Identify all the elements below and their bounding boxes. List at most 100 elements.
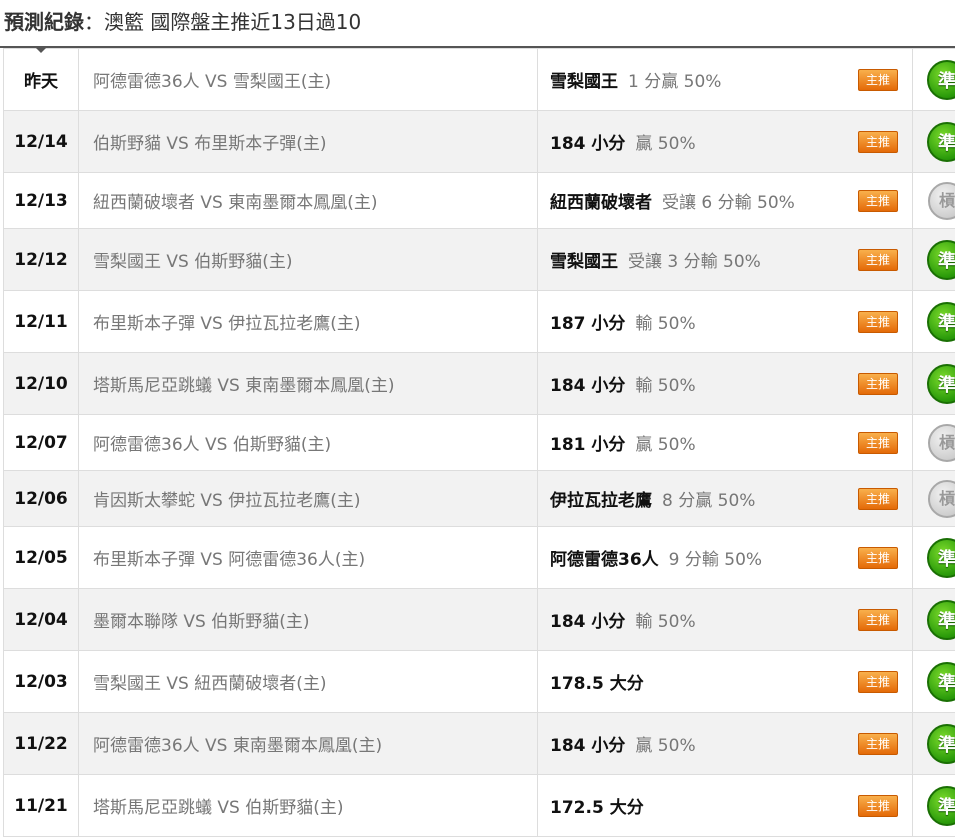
row-match[interactable]: 布里斯本子彈 VS 伊拉瓦拉老鷹(主) [78, 290, 538, 353]
pick-team: 阿德雷德36人 [550, 550, 659, 570]
pick-line: 8 分贏 50% [662, 491, 756, 511]
row-date: 12/05 [3, 526, 79, 589]
correct-medal-icon: 準 [927, 363, 955, 404]
table-row: 12/10 塔斯馬尼亞跳蟻 VS 東南墨爾本鳳凰(主) 184 小分輸 50% 主推 準 [3, 352, 955, 415]
row-pick: 阿德雷德36人 9 分輸 50% 主推 [537, 526, 913, 589]
row-result: 準 [912, 48, 955, 111]
row-pick: 187 小分輸 50% 主推 [537, 290, 913, 353]
title-label: 預測紀錄 [4, 10, 84, 34]
table-row: 11/21 塔斯馬尼亞跳蟻 VS 伯斯野貓(主) 172.5 大分 主推 準 [3, 774, 955, 837]
correct-medal-icon: 準 [927, 239, 955, 280]
row-match[interactable]: 阿德雷德36人 VS 伯斯野貓(主) [78, 414, 538, 471]
row-pick: 雪梨國王 1 分贏 50% 主推 [537, 48, 913, 111]
row-date: 昨天 [3, 48, 79, 111]
main-pick-badge: 主推 [858, 732, 898, 755]
row-date: 12/10 [3, 352, 79, 415]
main-pick-badge: 主推 [858, 487, 898, 510]
row-result: 準 [912, 526, 955, 589]
pick-line: 受讓 6 分輸 50% [662, 193, 795, 213]
pick-team: 紐西蘭破壞者 [550, 193, 652, 213]
correct-medal-icon: 準 [927, 537, 955, 578]
row-match[interactable]: 阿德雷德36人 VS 東南墨爾本鳳凰(主) [78, 712, 538, 775]
row-date: 12/11 [3, 290, 79, 353]
main-pick-badge: 主推 [858, 546, 898, 569]
table-row: 12/06 肯因斯太攀蛇 VS 伊拉瓦拉老鷹(主) 伊拉瓦拉老鷹 8 分贏 50% 主推… [3, 470, 955, 527]
table-row: 12/04 墨爾本聯隊 VS 伯斯野貓(主) 184 小分輸 50% 主推 準 [3, 588, 955, 651]
row-pick: 雪梨國王 受讓 3 分輸 50% 主推 [537, 228, 913, 291]
pick-team: 雪梨國王 [550, 252, 618, 272]
main-pick-badge: 主推 [858, 130, 898, 153]
row-match[interactable]: 肯因斯太攀蛇 VS 伊拉瓦拉老鷹(主) [78, 470, 538, 527]
tie-medal-icon: 槓 [928, 423, 955, 462]
row-date: 12/13 [3, 172, 79, 229]
row-pick: 紐西蘭破壞者 受讓 6 分輸 50% 主推 [537, 172, 913, 229]
row-match[interactable]: 塔斯馬尼亞跳蟻 VS 伯斯野貓(主) [78, 774, 538, 837]
row-match[interactable]: 紐西蘭破壞者 VS 東南墨爾本鳳凰(主) [78, 172, 538, 229]
main-pick-badge: 主推 [858, 310, 898, 333]
main-pick-badge: 主推 [858, 189, 898, 212]
correct-medal-icon: 準 [927, 121, 955, 162]
table-row: 12/12 雪梨國王 VS 伯斯野貓(主) 雪梨國王 受讓 3 分輸 50% 主推 準 [3, 228, 955, 291]
row-result: 準 [912, 588, 955, 651]
pick-team: 184 小分 [550, 376, 626, 396]
row-date: 11/22 [3, 712, 79, 775]
pick-line: 贏 50% [635, 134, 696, 154]
row-match[interactable]: 雪梨國王 VS 紐西蘭破壞者(主) [78, 650, 538, 713]
row-match[interactable]: 雪梨國王 VS 伯斯野貓(主) [78, 228, 538, 291]
row-result: 準 [912, 712, 955, 775]
row-pick: 178.5 大分 主推 [537, 650, 913, 713]
table-row: 12/07 阿德雷德36人 VS 伯斯野貓(主) 181 小分贏 50% 主推 槓 [3, 414, 955, 471]
row-match[interactable]: 墨爾本聯隊 VS 伯斯野貓(主) [78, 588, 538, 651]
main-pick-badge: 主推 [858, 670, 898, 693]
correct-medal-icon: 準 [927, 599, 955, 640]
row-pick: 181 小分贏 50% 主推 [537, 414, 913, 471]
row-date: 12/12 [3, 228, 79, 291]
pick-team: 184 小分 [550, 736, 626, 756]
main-pick-badge: 主推 [858, 608, 898, 631]
pick-team: 184 小分 [550, 612, 626, 632]
prediction-table: 昨天 阿德雷德36人 VS 雪梨國王(主) 雪梨國王 1 分贏 50% 主推準 12/14… [3, 48, 955, 837]
row-pick: 184 小分輸 50% 主推 [537, 588, 913, 651]
header-pointer-icon [34, 46, 48, 53]
main-pick-badge: 主推 [858, 372, 898, 395]
row-pick: 184 小分輸 50% 主推 [537, 352, 913, 415]
row-result: 準 [912, 352, 955, 415]
row-match[interactable]: 塔斯馬尼亞跳蟻 VS 東南墨爾本鳳凰(主) [78, 352, 538, 415]
pick-line: 1 分贏 50% [628, 72, 722, 92]
row-result: 準 [912, 110, 955, 173]
pick-team: 伊拉瓦拉老鷹 [550, 491, 652, 511]
title-subtitle: 澳籃 國際盤主推近13日過10 [104, 10, 362, 34]
row-date: 12/07 [3, 414, 79, 471]
tie-medal-icon: 槓 [928, 479, 955, 518]
pick-team: 172.5 大分 [550, 798, 644, 818]
row-pick: 伊拉瓦拉老鷹 8 分贏 50% 主推 [537, 470, 913, 527]
row-date: 12/14 [3, 110, 79, 173]
row-date: 12/04 [3, 588, 79, 651]
correct-medal-icon: 準 [927, 723, 955, 764]
correct-medal-icon: 準 [927, 661, 955, 702]
main-pick-badge: 主推 [858, 248, 898, 271]
row-match[interactable]: 伯斯野貓 VS 布里斯本子彈(主) [78, 110, 538, 173]
correct-medal-icon: 準 [927, 785, 955, 826]
pick-line: 受讓 3 分輸 50% [628, 252, 761, 272]
row-match[interactable]: 阿德雷德36人 VS 雪梨國王(主) [78, 48, 538, 111]
pick-line: 輸 50% [635, 612, 696, 632]
row-result: 槓 [912, 470, 955, 527]
tie-medal-icon: 槓 [928, 181, 955, 220]
page-header: 預測紀錄：澳籃 國際盤主推近13日過10 [0, 0, 955, 53]
row-match[interactable]: 布里斯本子彈 VS 阿德雷德36人(主) [78, 526, 538, 589]
main-pick-badge: 主推 [858, 68, 898, 91]
row-result: 槓 [912, 414, 955, 471]
row-result: 準 [912, 228, 955, 291]
row-pick: 172.5 大分 主推 [537, 774, 913, 837]
pick-line: 輸 50% [635, 376, 696, 396]
row-date: 11/21 [3, 774, 79, 837]
pick-line: 9 分輸 50% [668, 550, 763, 570]
table-row: 12/03 雪梨國王 VS 紐西蘭破壞者(主) 178.5 大分 主推 準 [3, 650, 955, 713]
table-row: 12/14 伯斯野貓 VS 布里斯本子彈(主) 184 小分贏 50% 主推 準 [3, 110, 955, 173]
pick-line: 贏 50% [635, 736, 696, 756]
row-result: 準 [912, 650, 955, 713]
table-row: 11/22 阿德雷德36人 VS 東南墨爾本鳳凰(主) 184 小分贏 50% 主推 準 [3, 712, 955, 775]
correct-medal-icon: 準 [927, 59, 955, 100]
row-pick: 184 小分贏 50% 主推 [537, 712, 913, 775]
